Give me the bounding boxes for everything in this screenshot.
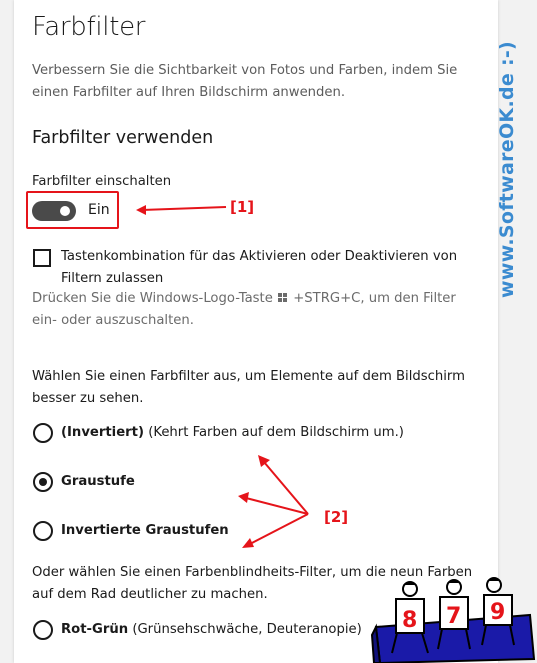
radio-inverted-detail: (Kehrt Farben auf dem Bildschirm um.) [148, 425, 404, 440]
mascot-illustration: 8 7 9 [370, 577, 536, 663]
radio-red-green[interactable] [33, 620, 53, 640]
annotation-label-1: [1] [230, 198, 255, 216]
page-title: Farbfilter [32, 12, 146, 42]
color-filter-toggle[interactable] [32, 201, 76, 221]
mascot-number-7: 7 [446, 604, 461, 629]
radio-selected-dot [39, 478, 47, 486]
radio-inverted-grayscale-name: Invertierte Graustufen [61, 523, 229, 538]
radio-red-green-label[interactable]: Rot-Grün (Grünsehschwäche, Deuteranopie) [61, 622, 362, 637]
windows-logo-icon [278, 293, 288, 303]
annotation-arrows-2 [238, 455, 309, 548]
toggle-state-text: Ein [88, 202, 110, 218]
radio-red-green-name: Rot-Grün [61, 622, 129, 637]
shortcut-checkbox-label[interactable]: Tastenkombination für das Aktivieren ode… [61, 246, 471, 290]
radio-red-green-detail: (Grünsehschwäche, Deuteranopie) [132, 622, 362, 637]
radio-grayscale-label[interactable]: Graustufe [61, 474, 135, 489]
radio-grayscale-name: Graustufe [61, 474, 135, 489]
section-title: Farbfilter verwenden [32, 128, 214, 148]
watermark-text: www.SoftwareOK.de :-) [496, 40, 518, 298]
mascot-number-8: 8 [402, 608, 417, 633]
radio-inverted-grayscale-label[interactable]: Invertierte Graustufen [61, 523, 229, 538]
mascot-number-9: 9 [490, 600, 505, 625]
toggle-label: Farbfilter einschalten [32, 174, 172, 189]
radio-inverted-grayscale[interactable] [33, 521, 53, 541]
radio-grayscale[interactable] [33, 472, 53, 492]
annotation-label-2: [2] [324, 508, 349, 526]
shortcut-checkbox[interactable] [33, 249, 51, 267]
toggle-knob [60, 206, 70, 216]
hint-text-before: Drücken Sie die Windows-Logo-Taste [32, 291, 273, 306]
shortcut-hint: Drücken Sie die Windows-Logo-Taste +STRG… [32, 288, 472, 332]
radio-inverted-name: (Invertiert) [61, 425, 144, 440]
filter-intro: Wählen Sie einen Farbfilter aus, um Elem… [32, 369, 465, 406]
radio-inverted[interactable] [33, 423, 53, 443]
page-description: Verbessern Sie die Sichtbarkeit von Foto… [32, 63, 458, 100]
radio-inverted-label[interactable]: (Invertiert) (Kehrt Farben auf dem Bilds… [61, 425, 404, 440]
